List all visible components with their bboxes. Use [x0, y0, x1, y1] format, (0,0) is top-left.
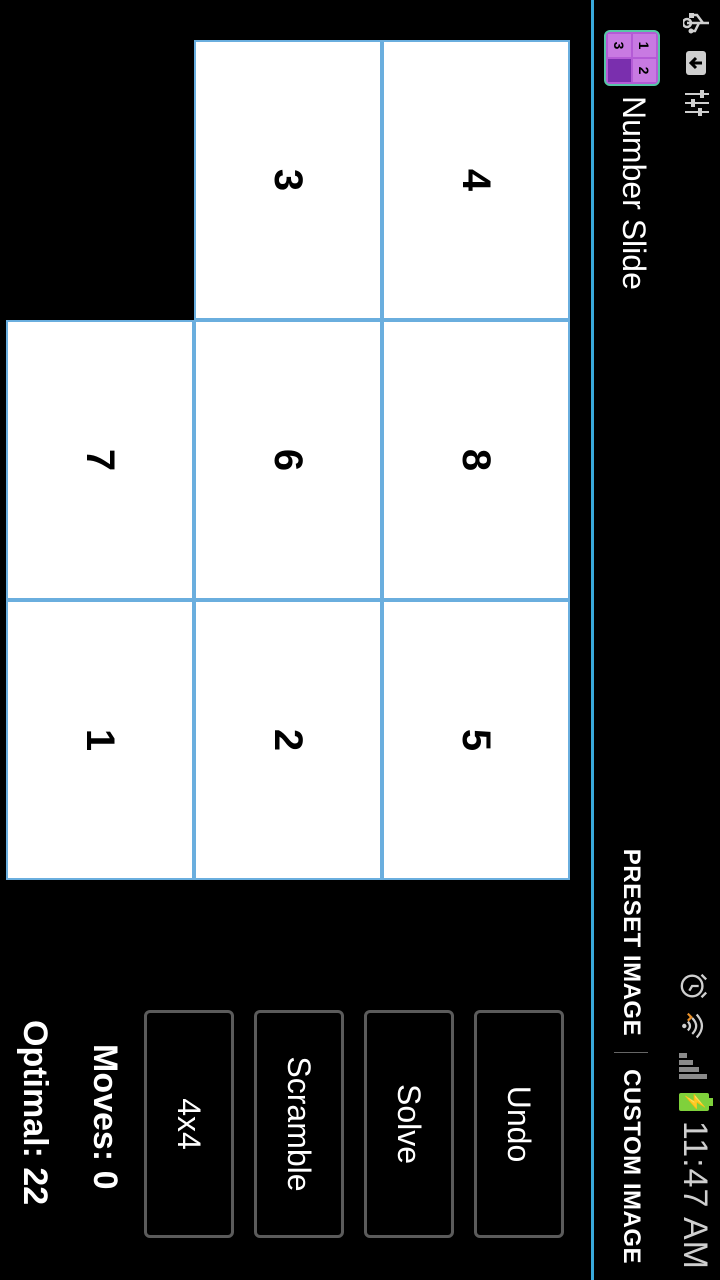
scramble-button[interactable]: Scramble	[254, 1010, 344, 1238]
app-logo-icon[interactable]: 1 2 3	[604, 30, 660, 86]
logo-cell: 3	[608, 34, 631, 57]
puzzle-tile[interactable]: 5	[382, 600, 570, 880]
solve-button[interactable]: Solve	[364, 1010, 454, 1238]
puzzle-tile[interactable]: 6	[194, 320, 382, 600]
puzzle-board: 48536271	[6, 40, 570, 880]
app-title: Number Slide	[616, 96, 652, 290]
status-bar-left	[680, 8, 714, 118]
app-screen: ⚡ 11:47 AM 1 2 3 Number Slide PRESET IMA…	[0, 0, 720, 1280]
puzzle-tile[interactable]: 2	[194, 600, 382, 880]
download-icon	[680, 48, 714, 78]
puzzle-tile[interactable]: 1	[6, 600, 194, 880]
action-links: PRESET IMAGE CUSTOM IMAGE	[614, 849, 648, 1264]
signal-icon	[679, 1051, 710, 1083]
logo-cell: 2	[633, 59, 656, 82]
controls-panel: Undo Solve Scramble 4x4 Moves: 0 Optimal…	[4, 1010, 564, 1242]
status-bar-right: ⚡ 11:47 AM	[675, 971, 714, 1270]
undo-button[interactable]: Undo	[474, 1010, 564, 1238]
battery-charging-icon: ⚡	[679, 1091, 710, 1113]
puzzle-tile[interactable]: 8	[382, 320, 570, 600]
preset-image-button[interactable]: PRESET IMAGE	[617, 849, 645, 1036]
action-bar: 1 2 3 Number Slide PRESET IMAGE CUSTOM I…	[591, 0, 670, 1280]
puzzle-tile[interactable]: 7	[6, 320, 194, 600]
settings-sliders-icon	[680, 88, 714, 118]
usb-icon	[680, 8, 714, 38]
logo-cell	[608, 59, 631, 82]
wifi-icon	[678, 1011, 712, 1041]
logo-cell: 1	[633, 34, 656, 57]
puzzle-tile[interactable]: 4	[382, 40, 570, 320]
optimal-counter: Optimal: 22	[16, 1020, 54, 1206]
moves-counter: Moves: 0	[86, 1044, 124, 1190]
alarm-icon	[678, 971, 712, 1001]
puzzle-tile[interactable]: 3	[194, 40, 382, 320]
status-bar: ⚡ 11:47 AM	[670, 0, 720, 1280]
grid-size-button[interactable]: 4x4	[144, 1010, 234, 1238]
action-divider	[614, 1052, 648, 1054]
status-clock: 11:47 AM	[676, 1120, 714, 1270]
custom-image-button[interactable]: CUSTOM IMAGE	[617, 1069, 645, 1264]
